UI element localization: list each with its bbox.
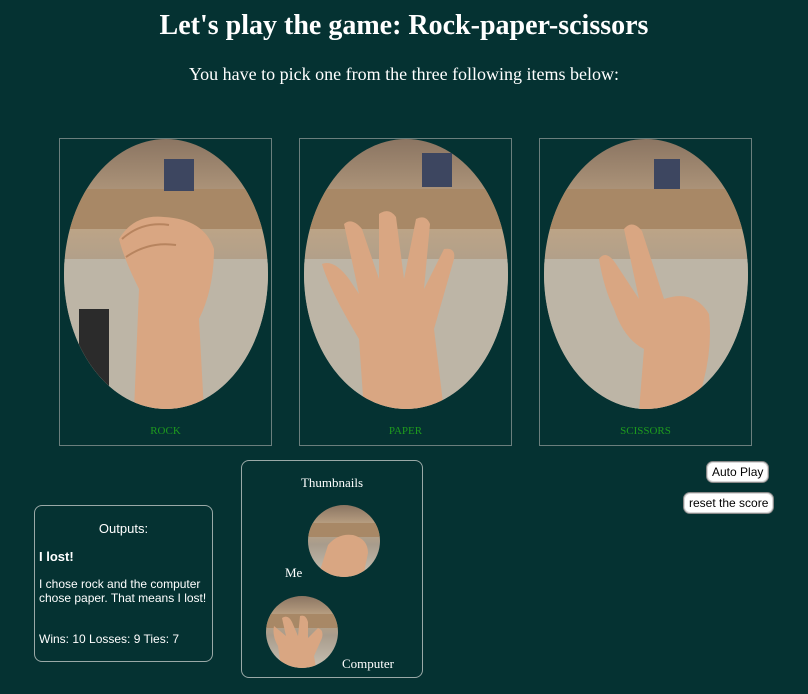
choice-card-paper[interactable]: PAPER [299, 138, 512, 446]
choice-label-rock: ROCK [150, 425, 181, 437]
outputs-heading: Outputs: [98, 521, 149, 536]
result-text: I lost! [39, 549, 74, 564]
fist-hand-photo [64, 139, 268, 409]
reset-score-button[interactable]: reset the score [683, 492, 775, 514]
choice-label-paper: PAPER [388, 425, 423, 437]
thumbnails-heading: Thumbnails [300, 475, 364, 490]
two-fingers-hand-photo [544, 139, 748, 409]
score-text: Wins: 10 Losses: 9 Ties: 7 [39, 632, 180, 646]
page-subtitle: You have to pick one from the three foll… [188, 64, 620, 84]
open-hand-photo [304, 139, 508, 409]
choice-card-rock[interactable]: ROCK [59, 138, 272, 446]
my-choice-thumbnail [308, 505, 380, 577]
choice-label-scissors: SCISSORS [620, 425, 671, 437]
result-description: I chose rock and the computer chose pape… [39, 577, 207, 605]
me-label: Me [285, 565, 303, 580]
thumbnails-panel: Thumbnails Me Computer [241, 460, 423, 678]
auto-play-button[interactable]: Auto Play [706, 461, 770, 483]
page-title: Let's play the game: Rock-paper-scissors [159, 10, 649, 41]
computer-label: Computer [342, 656, 394, 671]
outputs-panel: Outputs: I lost! I chose rock and the co… [34, 505, 213, 662]
computer-choice-thumbnail [266, 596, 338, 668]
choice-card-scissors[interactable]: SCISSORS [539, 138, 752, 446]
